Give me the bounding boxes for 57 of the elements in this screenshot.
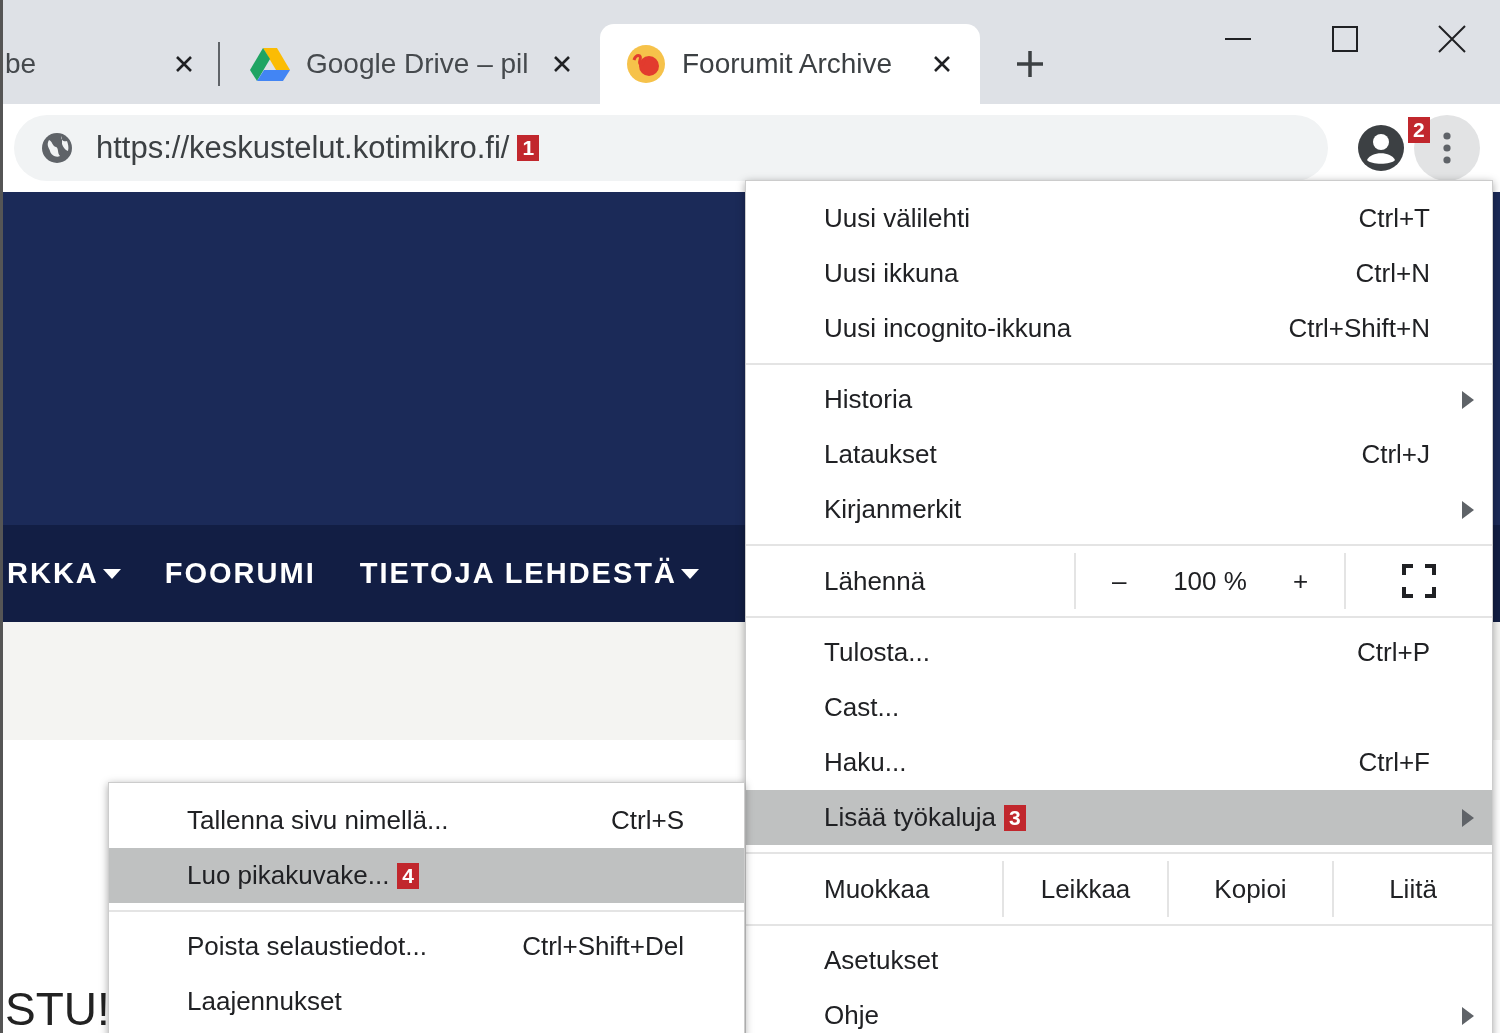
- site-logo-icon: [626, 44, 666, 84]
- new-tab-icon[interactable]: [1014, 48, 1046, 80]
- nav-link[interactable]: FOORUMI: [164, 551, 316, 596]
- close-icon[interactable]: [1438, 25, 1466, 53]
- tab-title: Google Drive – pil: [306, 47, 530, 81]
- maximize-icon[interactable]: [1332, 26, 1358, 52]
- shortcut-text: Ctrl+Shift+N: [1288, 312, 1430, 345]
- menu-item[interactable]: Tulosta... Ctrl+P: [746, 625, 1492, 680]
- page-heading: STU!: [5, 985, 110, 1033]
- menu-item[interactable]: Laajennukset: [109, 974, 744, 1029]
- nav-link[interactable]: RKKA: [7, 551, 99, 596]
- nav-link[interactable]: TIETOJA LEHDESTÄ: [359, 551, 677, 596]
- menu-label: Muokkaa: [823, 872, 931, 906]
- edit-action-button[interactable]: Leikkaa: [1002, 861, 1167, 917]
- menu-item[interactable]: Uusi välilehti Ctrl+T: [746, 191, 1492, 246]
- shortcut-text: Ctrl+J: [1361, 438, 1430, 471]
- zoom-level: 100 %: [1172, 564, 1248, 598]
- menu-icon: [1442, 131, 1452, 165]
- menu-item[interactable]: Historia: [746, 372, 1492, 427]
- menu-item[interactable]: Uusi incognito-ikkuna Ctrl+Shift+N: [746, 301, 1492, 356]
- menu-item[interactable]: Lataukset Ctrl+J: [746, 427, 1492, 482]
- globe-icon: [40, 131, 74, 165]
- menu-item[interactable]: Asetukset: [746, 933, 1492, 988]
- menu-item[interactable]: Luo pikakuvake... 4: [109, 848, 744, 903]
- shortcut-text: Ctrl+P: [1357, 636, 1430, 669]
- menu-item[interactable]: Cast...: [746, 680, 1492, 735]
- browser-tab[interactable]: be: [3, 24, 218, 104]
- shortcut-text: Ctrl+F: [1358, 746, 1430, 779]
- menu-item[interactable]: Tallenna sivu nimellä... Ctrl+S: [109, 793, 744, 848]
- callout-badge: 3: [1004, 804, 1026, 831]
- tab-title: be: [5, 47, 38, 81]
- browser-tab[interactable]: Foorumit Archive: [600, 24, 980, 104]
- address-bar[interactable]: https://keskustelut.kotimikro.fi/ 1: [14, 115, 1328, 181]
- zoom-out-button[interactable]: –: [1076, 561, 1163, 601]
- zoom-in-button[interactable]: +: [1257, 561, 1344, 601]
- menu-item[interactable]: Lisää työkaluja 3: [746, 790, 1492, 845]
- menu-item[interactable]: Ohje: [746, 988, 1492, 1033]
- callout-badge: 2: [1408, 117, 1430, 143]
- tab-title: Foorumit Archive: [682, 47, 894, 81]
- fullscreen-icon: [1402, 564, 1436, 598]
- drive-icon: [250, 46, 290, 82]
- url-text: https://keskustelut.kotimikro.fi/: [96, 128, 510, 167]
- callout-badge: 1: [517, 135, 540, 161]
- browser-tab[interactable]: Google Drive – pil: [232, 24, 592, 104]
- shortcut-text: Ctrl+N: [1355, 257, 1430, 290]
- callout-badge: 4: [397, 862, 420, 889]
- shortcut-text: Ctrl+T: [1358, 202, 1430, 235]
- shortcut-text: Ctrl+S: [611, 804, 684, 837]
- edit-action-button[interactable]: Kopioi: [1167, 861, 1332, 917]
- account-icon[interactable]: [1358, 125, 1404, 171]
- edit-action-button[interactable]: Liitä: [1332, 861, 1492, 917]
- menu-label: Lähennä: [823, 564, 927, 598]
- menu-item[interactable]: Haku... Ctrl+F: [746, 735, 1492, 790]
- menu-item[interactable]: Uusi ikkuna Ctrl+N: [746, 246, 1492, 301]
- shortcut-text: Ctrl+Shift+Del: [522, 930, 684, 963]
- menu-item[interactable]: Kirjanmerkit: [746, 482, 1492, 537]
- menu-item[interactable]: Poista selaustiedot... Ctrl+Shift+Del: [109, 919, 744, 974]
